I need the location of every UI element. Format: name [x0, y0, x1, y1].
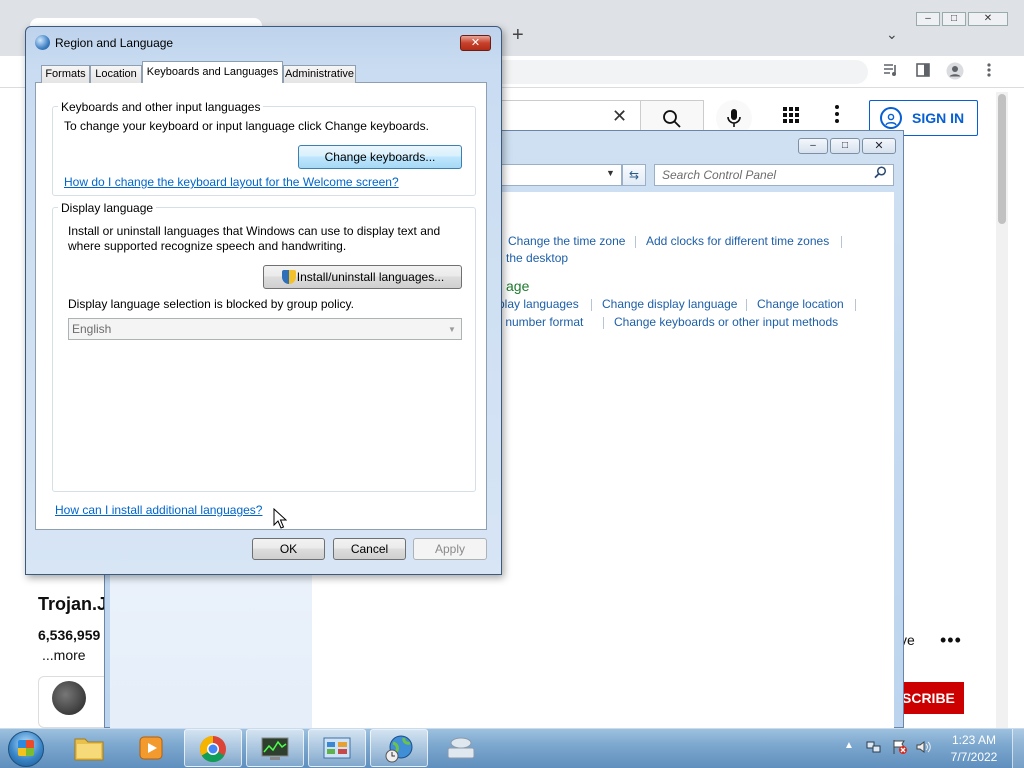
tab-keyboards-and-languages[interactable]: Keyboards and Languages — [142, 61, 283, 83]
taskbar-task-manager[interactable] — [246, 729, 304, 767]
profile-icon[interactable] — [946, 62, 964, 80]
menu-icon[interactable] — [980, 62, 998, 80]
clock-time[interactable]: 1:23 AM — [942, 733, 1006, 747]
display-language-description-line2: where supported recognize speech and han… — [68, 239, 347, 253]
tab-formats[interactable]: Formats — [41, 65, 90, 83]
taskbar-control-panel[interactable] — [308, 729, 366, 767]
action-center-icon[interactable] — [892, 739, 908, 758]
refresh-icon[interactable]: ⇆ — [622, 164, 646, 186]
chrome-close-button[interactable]: ✕ — [968, 12, 1008, 26]
apply-button[interactable]: Apply — [413, 538, 487, 560]
media-player-icon — [122, 729, 180, 768]
cancel-button[interactable]: Cancel — [333, 538, 406, 560]
link-separator — [841, 236, 842, 248]
account-icon — [880, 107, 902, 129]
microphone-icon — [727, 108, 741, 127]
subscribe-button[interactable]: SCRIBE — [896, 682, 964, 714]
search-icon — [662, 109, 682, 128]
change-location-link[interactable]: Change location — [757, 297, 844, 311]
taskbar-explorer[interactable] — [60, 729, 118, 767]
search-icon[interactable] — [874, 166, 887, 182]
tab-location[interactable]: Location — [90, 65, 142, 83]
globe-clock-icon — [371, 730, 427, 768]
chrome-maximize-button[interactable]: □ — [942, 12, 966, 26]
uac-shield-icon — [282, 270, 296, 284]
change-display-language-link[interactable]: Change display language — [602, 297, 737, 311]
globe-icon — [35, 35, 50, 50]
taskbar-chrome[interactable] — [184, 729, 242, 767]
display-language-description-line1: Install or uninstall languages that Wind… — [68, 224, 441, 238]
display-language-select[interactable]: English — [68, 318, 462, 340]
tab-search-button[interactable]: ⌄ — [886, 26, 898, 43]
more-options-icon[interactable] — [834, 104, 840, 130]
add-clocks-link[interactable]: Add clocks for different time zones — [646, 234, 829, 248]
show-more-link[interactable]: ...more — [42, 647, 86, 663]
welcome-screen-keyboard-help-link[interactable]: How do I change the keyboard layout for … — [64, 175, 399, 189]
dialog-title: Region and Language — [55, 36, 174, 50]
side-panel-icon[interactable] — [914, 62, 932, 80]
link-separator — [591, 299, 592, 311]
address-bar[interactable] — [488, 60, 868, 84]
taskbar-region-language[interactable] — [370, 729, 428, 767]
control-panel-maximize-button[interactable]: □ — [830, 138, 860, 154]
link-separator — [603, 317, 604, 329]
control-panel-minimize-button[interactable]: – — [798, 138, 828, 154]
dialog-close-button[interactable]: ✕ — [460, 35, 491, 51]
number-format-link[interactable]: r number format — [498, 315, 583, 329]
task-manager-icon — [247, 730, 303, 768]
volume-icon[interactable] — [916, 739, 932, 758]
windows-logo-icon — [18, 740, 34, 756]
show-desktop-button[interactable] — [1012, 729, 1024, 768]
new-tab-button[interactable]: + — [512, 24, 524, 47]
ok-button[interactable]: OK — [252, 538, 325, 560]
chrome-icon — [185, 730, 241, 768]
control-panel-close-button[interactable]: ✕ — [862, 138, 896, 154]
change-keyboards-link[interactable]: Change keyboards or other input methods — [614, 315, 838, 329]
address-breadcrumb[interactable] — [500, 164, 622, 186]
channel-avatar[interactable] — [52, 681, 86, 715]
view-count: 6,536,959 — [38, 627, 101, 643]
control-panel-icon — [309, 730, 365, 768]
keyboards-description: To change your keyboard or input languag… — [64, 119, 429, 133]
scrollbar-thumb[interactable] — [998, 94, 1006, 224]
link-separator — [855, 299, 856, 311]
install-uninstall-label: Install/uninstall languages... — [296, 270, 445, 284]
blocked-by-policy-text: Display language selection is blocked by… — [68, 297, 354, 311]
control-panel-search-input[interactable]: Search Control Panel — [654, 164, 894, 186]
more-actions-button[interactable]: ••• — [940, 630, 962, 651]
change-time-zone-link[interactable]: Change the time zone — [508, 234, 625, 248]
chevron-down-icon[interactable]: ▼ — [606, 168, 615, 178]
clear-search-icon[interactable]: ✕ — [612, 106, 627, 127]
show-hidden-icons-button[interactable]: ▲ — [844, 740, 854, 751]
keyboard-icon — [432, 729, 490, 768]
keyboards-group-label: Keyboards and other input languages — [58, 100, 264, 114]
display-languages-link[interactable]: play languages — [498, 297, 579, 311]
display-language-group-label: Display language — [58, 201, 157, 215]
link-separator — [746, 299, 747, 311]
chrome-minimize-button[interactable]: – — [916, 12, 940, 26]
media-controls-icon[interactable] — [882, 62, 900, 80]
apps-grid-icon[interactable] — [782, 106, 800, 129]
folder-icon — [60, 729, 118, 768]
tab-administrative[interactable]: Administrative — [283, 65, 356, 83]
taskbar-media-player[interactable] — [122, 729, 180, 767]
clock-date[interactable]: 7/7/2022 — [942, 750, 1006, 764]
link-separator — [635, 236, 636, 248]
network-icon[interactable] — [866, 739, 882, 758]
mouse-cursor-icon — [273, 507, 288, 533]
section-heading[interactable]: age — [506, 278, 529, 294]
change-keyboards-button[interactable]: Change keyboards... — [298, 145, 462, 169]
install-additional-languages-link[interactable]: How can I install additional languages? — [55, 503, 262, 517]
chevron-down-icon: ▼ — [448, 325, 456, 334]
taskbar-keyboard[interactable] — [432, 729, 490, 767]
desktop-link[interactable]: the desktop — [506, 251, 568, 265]
